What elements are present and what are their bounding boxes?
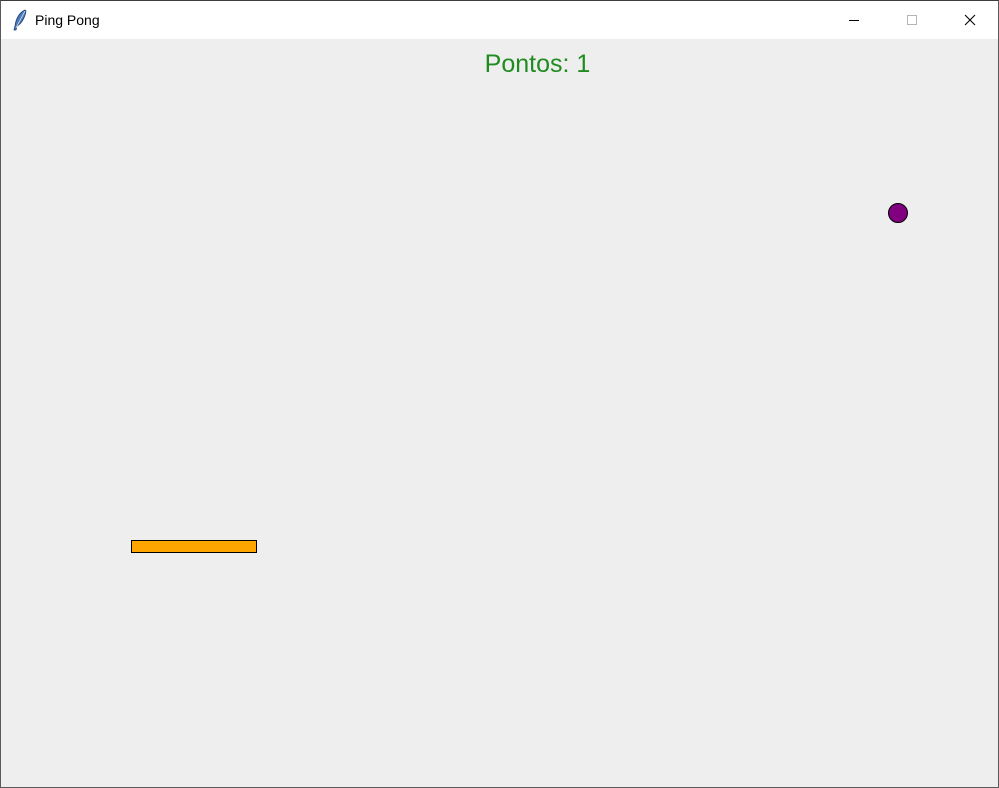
paddle[interactable] [131,540,257,553]
app-window: Ping Pong Pontos: 1 [0,0,999,788]
score-label: Pontos: 1 [484,50,591,78]
close-button[interactable] [941,1,998,39]
minimize-button[interactable] [825,1,883,39]
minimize-icon [848,14,860,26]
maximize-icon [906,14,918,26]
maximize-button[interactable] [883,1,941,39]
close-icon [964,14,976,26]
ball [888,203,908,223]
game-canvas[interactable]: Pontos: 1 [1,39,998,787]
title-bar[interactable]: Ping Pong [1,1,998,39]
window-title: Ping Pong [35,12,100,28]
feather-icon [11,9,29,31]
